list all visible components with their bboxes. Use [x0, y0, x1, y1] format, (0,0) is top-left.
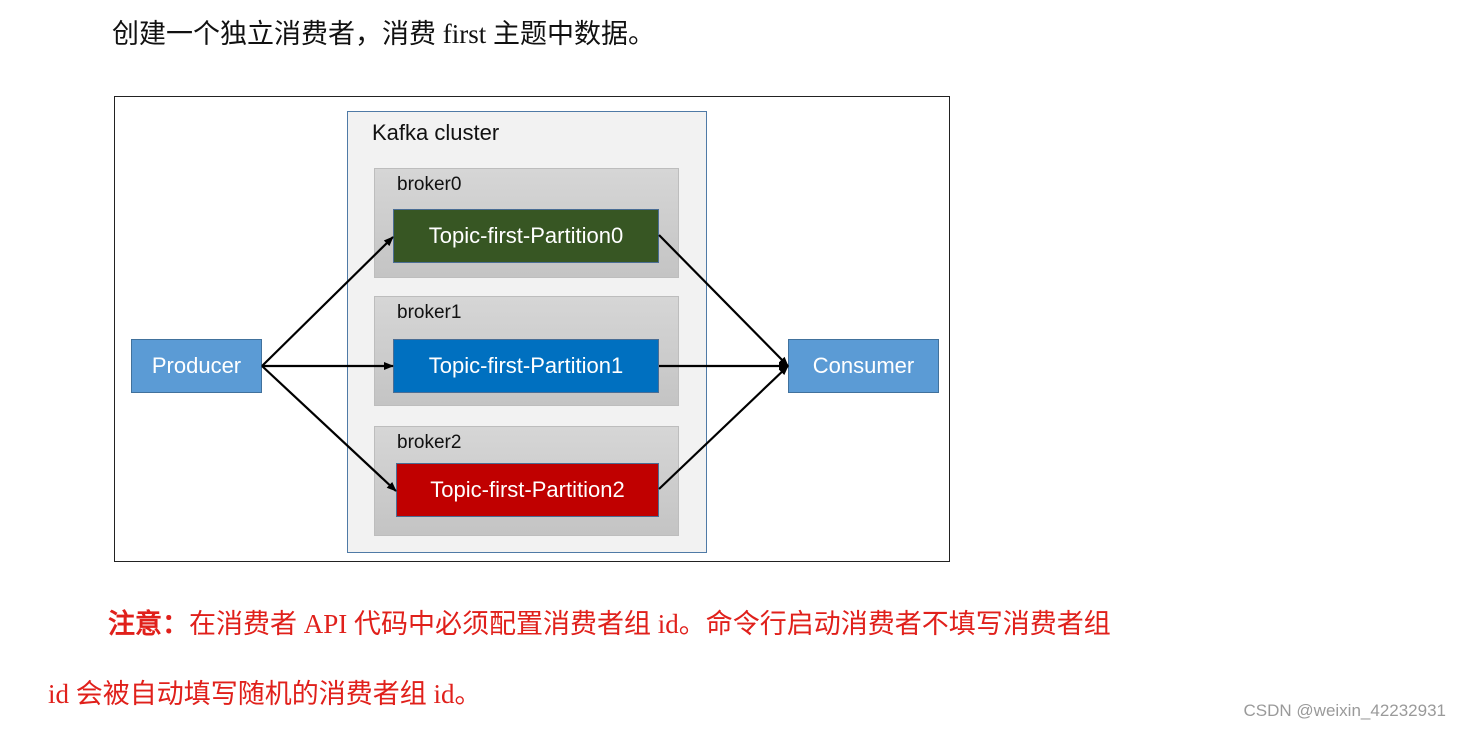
- cluster-title: Kafka cluster: [372, 120, 500, 145]
- broker-label: broker2: [397, 432, 462, 453]
- broker-label: broker0: [397, 174, 462, 195]
- note-text-1: 在消费者 API 代码中必须配置消费者组 id。命令行启动消费者不填写消费者组: [189, 609, 1111, 639]
- note-label: 注意：: [108, 609, 189, 639]
- partition-2: Topic-first-Partition2: [396, 463, 659, 517]
- watermark: CSDN @weixin_42232931: [1243, 701, 1446, 720]
- kafka-diagram: Kafka cluster broker0 broker1 broker2 To…: [114, 96, 950, 562]
- producer-node: Producer: [131, 339, 262, 393]
- note-line-2: id 会被自动填写随机的消费者组 id。: [48, 679, 482, 709]
- consumer-node: Consumer: [788, 339, 939, 393]
- note-line-1: 注意：在消费者 API 代码中必须配置消费者组 id。命令行启动消费者不填写消费…: [108, 604, 1111, 644]
- partition-1: Topic-first-Partition1: [393, 339, 659, 393]
- broker-label: broker1: [397, 302, 462, 323]
- heading-text: 创建一个独立消费者，消费 first 主题中数据。: [112, 19, 655, 49]
- partition-0: Topic-first-Partition0: [393, 209, 659, 263]
